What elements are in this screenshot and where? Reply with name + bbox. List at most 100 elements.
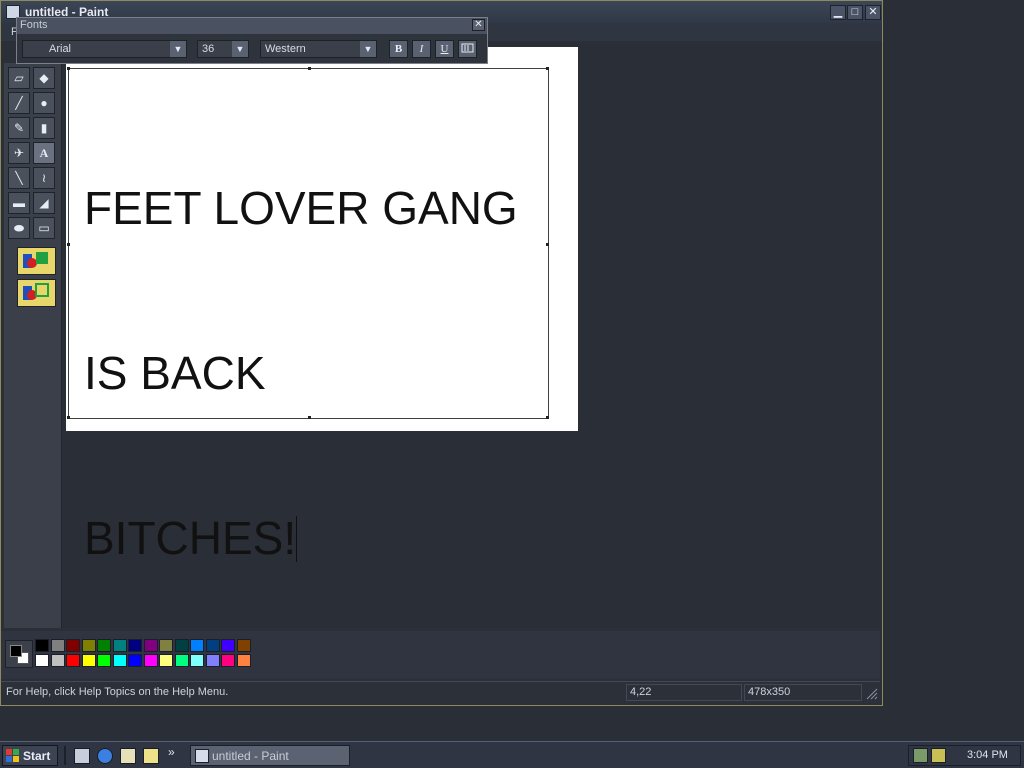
palette-color-swatch[interactable]: [221, 639, 235, 652]
palette-color-swatch[interactable]: [205, 654, 220, 667]
palette-color-swatch[interactable]: [174, 639, 189, 652]
palette-color-swatch[interactable]: [35, 654, 49, 667]
maximize-button[interactable]: □: [847, 5, 863, 20]
brush-tool[interactable]: ▮: [33, 117, 55, 139]
transparent-background-icon: [23, 283, 49, 300]
palette-color-swatch[interactable]: [205, 639, 220, 652]
magnifier-icon: ●: [40, 96, 48, 110]
pencil-tool[interactable]: ✎: [8, 117, 30, 139]
outlook-express-icon[interactable]: [120, 748, 136, 764]
palette-color-swatch[interactable]: [35, 639, 49, 652]
color-picker-tool[interactable]: ╱: [8, 92, 30, 114]
quick-launch-overflow[interactable]: »: [168, 745, 175, 759]
palette-color-swatch[interactable]: [128, 654, 142, 667]
palette-color-swatch[interactable]: [221, 654, 235, 667]
eraser-tool[interactable]: ▱: [8, 67, 30, 89]
fill-tool[interactable]: ◆: [33, 67, 55, 89]
resize-handle[interactable]: [308, 67, 311, 70]
palette-color-swatch[interactable]: [236, 639, 251, 652]
transparent-background-option[interactable]: [17, 279, 56, 307]
ellipse-icon: ⬬: [13, 221, 25, 235]
search-icon[interactable]: [143, 748, 159, 764]
resize-handle[interactable]: [546, 416, 549, 419]
resize-handle[interactable]: [67, 416, 70, 419]
foreground-color-swatch[interactable]: [10, 645, 22, 657]
eraser-icon: ▱: [14, 71, 24, 85]
ellipse-tool[interactable]: ⬬: [8, 217, 30, 239]
clock[interactable]: 3:04 PM: [967, 749, 1008, 761]
palette-color-swatch[interactable]: [143, 654, 158, 667]
taskbar-button-label: untitled - Paint: [212, 749, 289, 763]
font-script-dropdown[interactable]: Western ▼: [260, 40, 377, 58]
text-caret: [296, 515, 298, 562]
palette-color-swatch[interactable]: [143, 639, 158, 652]
font-size-dropdown[interactable]: 36 ▼: [197, 40, 249, 58]
palette-color-swatch[interactable]: [190, 639, 204, 652]
chevron-down-icon[interactable]: ▼: [232, 41, 248, 57]
volume-icon[interactable]: [931, 748, 946, 763]
palette-color-swatch[interactable]: [50, 654, 65, 667]
current-colors-indicator[interactable]: [5, 640, 33, 668]
palette-color-swatch[interactable]: [50, 639, 65, 652]
resize-handle[interactable]: [546, 243, 549, 246]
palette-color-swatch[interactable]: [81, 639, 96, 652]
chevron-down-icon[interactable]: ▼: [360, 41, 376, 57]
size-grip-icon[interactable]: [865, 687, 878, 703]
close-button[interactable]: ✕: [865, 5, 881, 20]
system-tray: 3:04 PM: [908, 745, 1021, 766]
start-label: Start: [23, 749, 51, 763]
magnifier-tool[interactable]: ●: [33, 92, 55, 114]
paint-app-icon: [195, 749, 209, 763]
palette-color-swatch[interactable]: [190, 654, 204, 667]
font-script-value: Western: [265, 43, 306, 55]
fonts-toolbar-titlebar[interactable]: Fonts ✕: [17, 18, 487, 34]
taskbar: Start » untitled - Paint 3:04 PM: [0, 741, 1024, 768]
underline-button[interactable]: U: [435, 40, 454, 58]
palette-color-swatch[interactable]: [236, 654, 251, 667]
rounded-rectangle-icon: ▭: [38, 221, 50, 235]
pencil-icon: ✎: [13, 121, 25, 135]
curve-tool[interactable]: ≀: [33, 167, 55, 189]
internet-explorer-icon[interactable]: [97, 748, 113, 764]
palette-color-swatch[interactable]: [128, 639, 142, 652]
drawing-canvas[interactable]: FEET LOVER GANG IS BACK BITCHES!: [66, 47, 578, 564]
curve-icon: ≀: [41, 171, 47, 185]
airbrush-tool[interactable]: ✈: [8, 142, 30, 164]
show-desktop-icon[interactable]: [74, 748, 90, 764]
palette-color-swatch[interactable]: [97, 639, 111, 652]
text-tool[interactable]: A: [33, 142, 55, 164]
resize-handle[interactable]: [67, 67, 70, 70]
minimize-button[interactable]: ▁: [830, 5, 846, 20]
start-button[interactable]: Start: [2, 745, 58, 766]
palette-color-swatch[interactable]: [112, 639, 127, 652]
canvas-text[interactable]: FEET LOVER GANG IS BACK BITCHES!: [84, 71, 518, 676]
rounded-rectangle-tool[interactable]: ▭: [33, 217, 55, 239]
resize-handle[interactable]: [546, 67, 549, 70]
palette-color-swatch[interactable]: [112, 654, 127, 667]
font-name-dropdown[interactable]: Arial ▼: [22, 40, 187, 58]
bold-button[interactable]: B: [389, 40, 408, 58]
tool-box: ▱ ◆ ╱ ● ✎ ▮ ✈ A ╲ ≀ ▬ ◢ ⬬ ▭: [4, 63, 62, 628]
font-size-value: 36: [202, 43, 215, 55]
palette-color-swatch[interactable]: [174, 654, 189, 667]
fonts-close-button[interactable]: ✕: [472, 19, 485, 31]
palette-color-swatch[interactable]: [159, 654, 173, 667]
palette-color-swatch[interactable]: [81, 654, 96, 667]
polygon-tool[interactable]: ◢: [33, 192, 55, 214]
italic-button[interactable]: I: [412, 40, 431, 58]
rectangle-tool[interactable]: ▬: [8, 192, 30, 214]
palette-color-swatch[interactable]: [97, 654, 111, 667]
canvas-text-line: IS BACK: [84, 347, 266, 399]
brush-icon: ▮: [40, 121, 48, 135]
palette-color-swatch[interactable]: [159, 639, 173, 652]
opaque-background-option[interactable]: [17, 247, 56, 275]
line-tool[interactable]: ╲: [8, 167, 30, 189]
network-icon[interactable]: [913, 748, 928, 763]
vertical-text-button[interactable]: [458, 40, 477, 58]
palette-color-swatch[interactable]: [66, 639, 80, 652]
resize-handle[interactable]: [67, 243, 70, 246]
font-name-value: Arial: [49, 43, 72, 55]
chevron-down-icon[interactable]: ▼: [170, 41, 186, 57]
taskbar-button-paint[interactable]: untitled - Paint: [190, 745, 350, 766]
palette-color-swatch[interactable]: [66, 654, 80, 667]
